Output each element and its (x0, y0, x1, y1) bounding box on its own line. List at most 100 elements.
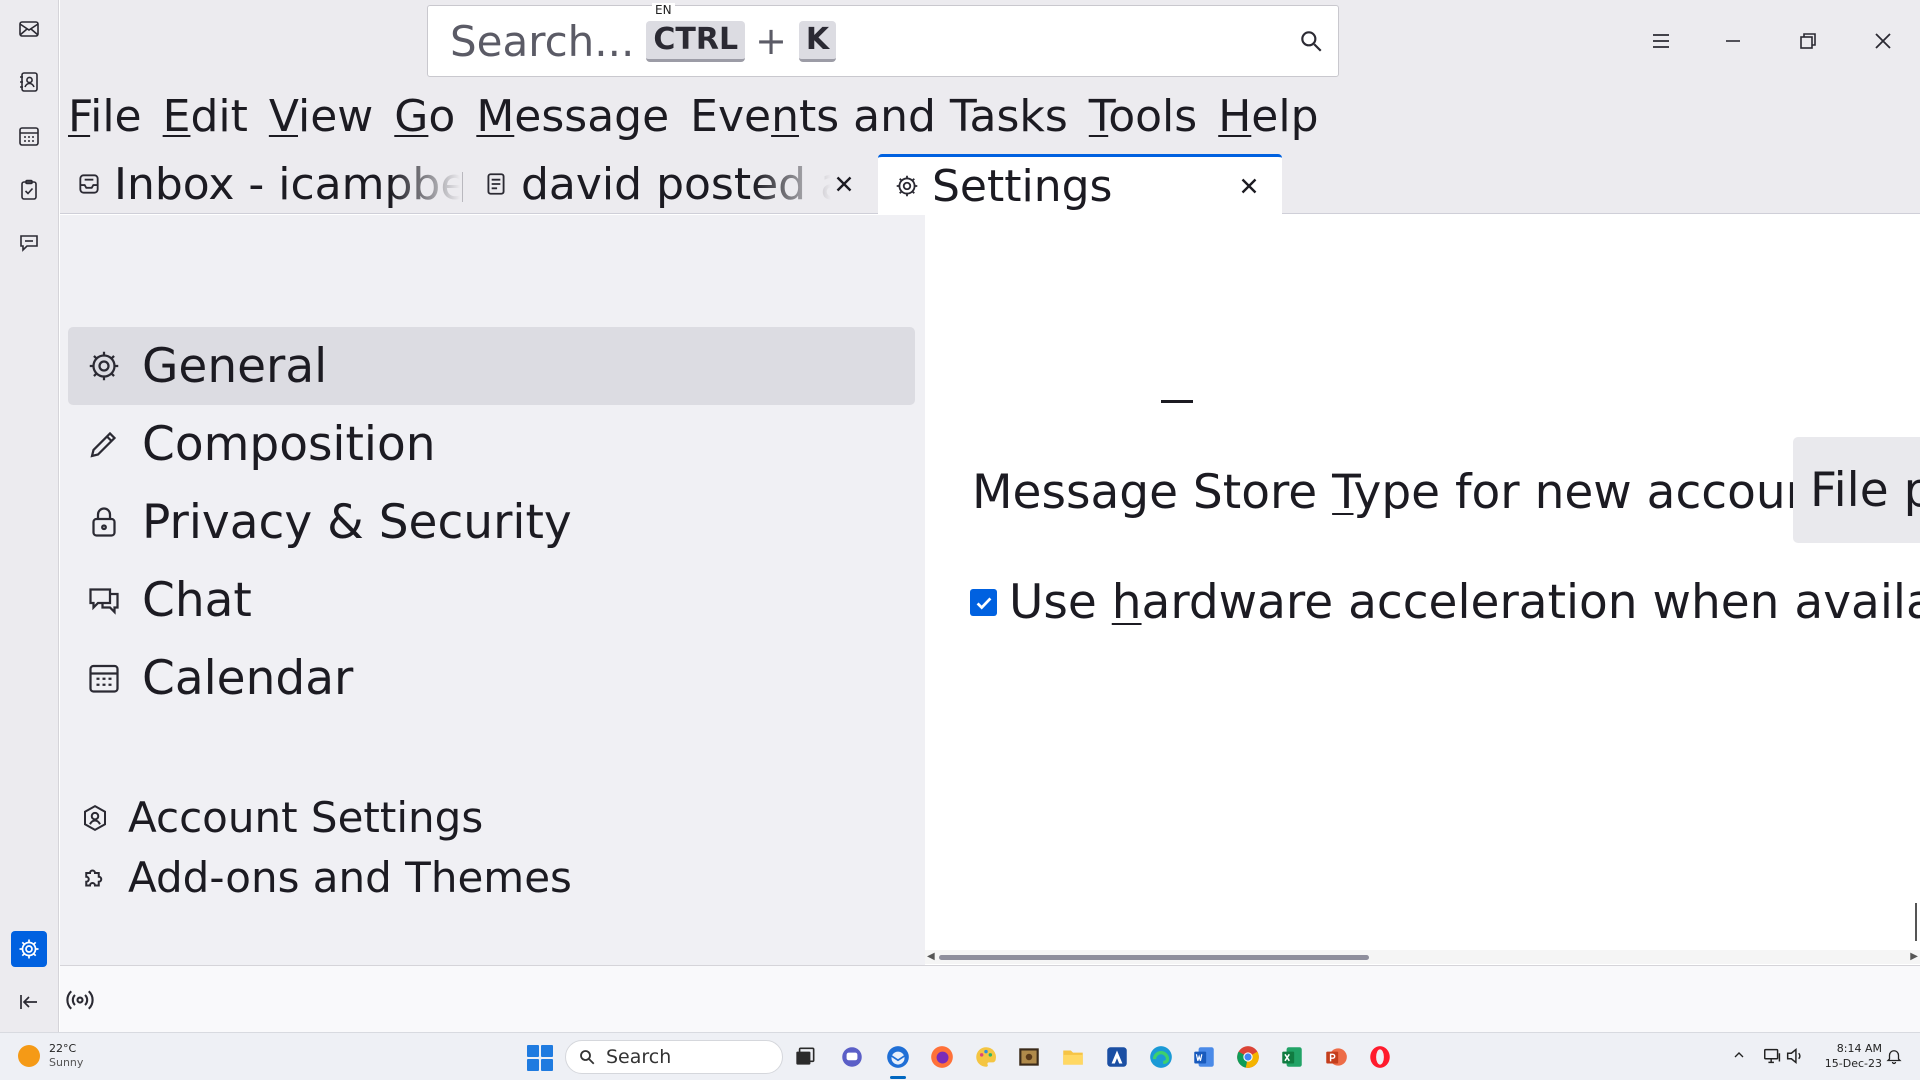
chat-icon (20, 235, 38, 252)
taskbar-media-app[interactable] (1015, 1043, 1043, 1071)
tab-settings[interactable]: Settings (878, 154, 1282, 215)
folder-icon (1063, 1050, 1083, 1065)
windows-taskbar: 22°C Sunny Search 8:14 AM 15-Dec-23 (0, 1032, 1920, 1080)
taskbar-thunderbird[interactable] (884, 1043, 912, 1071)
scroll-left-arrow-icon[interactable]: ◀ (927, 951, 935, 962)
checkmark-icon (976, 596, 991, 610)
taskbar-task-view[interactable] (791, 1043, 819, 1071)
menu-tools[interactable]: Tools (1089, 95, 1197, 139)
taskbar-word[interactable] (1190, 1043, 1218, 1071)
sun-icon (18, 1045, 40, 1067)
weather-temperature: 22°C (49, 1042, 77, 1055)
taskbar-file-explorer[interactable] (1059, 1043, 1087, 1071)
tab-message[interactable]: david posted an update (467, 154, 877, 214)
task-view-icon (796, 1047, 815, 1065)
category-general[interactable]: General (68, 327, 915, 405)
azure-icon (1107, 1047, 1127, 1067)
minimize-button[interactable] (1710, 18, 1756, 64)
hardware-acceleration-label: Use hardware acceleration when available (1009, 575, 1920, 630)
online-status-icon[interactable] (65, 985, 95, 1015)
taskbar-clock[interactable]: 8:14 AM 15-Dec-23 (1812, 1041, 1882, 1071)
taskbar-powerpoint[interactable] (1322, 1043, 1350, 1071)
app-menu-button[interactable] (1638, 18, 1684, 64)
scroll-right-arrow-icon[interactable]: ▶ (1910, 951, 1918, 962)
chevron-up-icon[interactable] (1731, 1047, 1747, 1063)
global-search-box[interactable]: Search... CTRL + K (427, 5, 1339, 77)
hardware-acceleration-checkbox[interactable] (970, 589, 997, 616)
restore-button[interactable] (1785, 18, 1831, 64)
horizontal-scrollbar[interactable]: ◀ ▶ (925, 950, 1920, 964)
category-privacy-security[interactable]: Privacy & Security (68, 483, 915, 561)
windows-logo-pane (541, 1045, 553, 1057)
settings-space-button[interactable] (11, 931, 47, 967)
account-settings-link[interactable]: Account Settings (80, 793, 483, 842)
taskbar-chrome[interactable] (1234, 1043, 1262, 1071)
menu-message[interactable]: Message (476, 95, 669, 139)
chrome-icon (1237, 1046, 1259, 1068)
menu-edit[interactable]: Edit (163, 95, 248, 139)
inbox-icon (79, 174, 99, 194)
taskbar-excel[interactable] (1278, 1043, 1306, 1071)
taskbar-opera[interactable] (1366, 1043, 1394, 1071)
paint-icon (976, 1047, 996, 1067)
puzzle-icon (85, 869, 103, 886)
address-book-space-button[interactable] (11, 64, 47, 100)
taskbar-azure-data[interactable] (1103, 1043, 1131, 1071)
taskbar-teams-chat[interactable] (838, 1043, 866, 1071)
search-icon[interactable] (1298, 28, 1324, 54)
mail-space-button[interactable] (11, 11, 47, 47)
gear-icon (89, 351, 119, 381)
excel-icon (1282, 1047, 1302, 1067)
status-bar (60, 965, 1920, 1032)
category-chat[interactable]: Chat (68, 561, 915, 639)
horizontal-scrollbar-thumb[interactable] (939, 955, 1369, 960)
tab-inbox[interactable]: Inbox - icampbell@ (60, 154, 460, 214)
calendar-space-button[interactable] (11, 118, 47, 154)
category-calendar[interactable]: Calendar (68, 639, 915, 717)
menu-bar: File Edit View Go Message Events and Tas… (60, 84, 1920, 150)
tasks-space-button[interactable] (11, 172, 47, 208)
powerpoint-icon (1326, 1048, 1347, 1066)
message-store-type-select[interactable]: File per folder (mbox) (1793, 437, 1920, 543)
start-button[interactable] (527, 1045, 553, 1071)
vertical-scrollbar[interactable] (1915, 903, 1917, 941)
category-composition-label: Composition (142, 416, 436, 472)
notification-bell-icon[interactable] (1885, 1047, 1903, 1065)
section-dash (1161, 400, 1193, 403)
search-placeholder: Search... (450, 16, 635, 66)
message-store-type-value: File per folder (mbox) (1810, 462, 1920, 518)
weather-widget[interactable]: 22°C Sunny (18, 1042, 83, 1070)
teams-chat-icon (842, 1047, 862, 1067)
chat-space-button[interactable] (11, 225, 47, 261)
category-privacy-label: Privacy & Security (142, 494, 572, 550)
menu-help[interactable]: Help (1218, 95, 1318, 139)
collapse-spaces-button[interactable] (11, 984, 47, 1020)
close-window-button[interactable] (1860, 18, 1906, 64)
network-icon[interactable] (1762, 1045, 1784, 1067)
media-app-icon (1019, 1048, 1039, 1066)
addons-themes-link[interactable]: Add-ons and Themes (80, 853, 572, 902)
close-tab-icon[interactable] (1236, 173, 1262, 199)
windows-logo-icon (527, 1045, 539, 1057)
hardware-acceleration-option[interactable]: Use hardware acceleration when available (970, 575, 1920, 630)
opera-icon (1370, 1046, 1390, 1068)
close-tab-icon[interactable] (831, 171, 857, 197)
windows-logo-pane (541, 1059, 553, 1071)
volume-icon[interactable] (1784, 1045, 1806, 1067)
menu-events-and-tasks[interactable]: Events and Tasks (690, 95, 1068, 139)
chat-icon (89, 588, 119, 615)
menu-go[interactable]: Go (394, 95, 455, 139)
thunderbird-icon (887, 1046, 909, 1068)
taskbar-search[interactable]: Search (565, 1040, 783, 1074)
word-icon (1194, 1047, 1214, 1067)
shortcut-ctrl-key: CTRL (646, 20, 746, 62)
taskbar-paint[interactable] (972, 1043, 1000, 1071)
account-settings-label: Account Settings (128, 793, 484, 842)
menu-view[interactable]: View (269, 95, 373, 139)
category-chat-label: Chat (142, 572, 252, 628)
taskbar-firefox[interactable] (928, 1043, 956, 1071)
tasks-icon (21, 179, 37, 200)
menu-file[interactable]: File (68, 95, 142, 139)
taskbar-edge[interactable] (1147, 1043, 1175, 1071)
category-composition[interactable]: Composition (68, 405, 915, 483)
